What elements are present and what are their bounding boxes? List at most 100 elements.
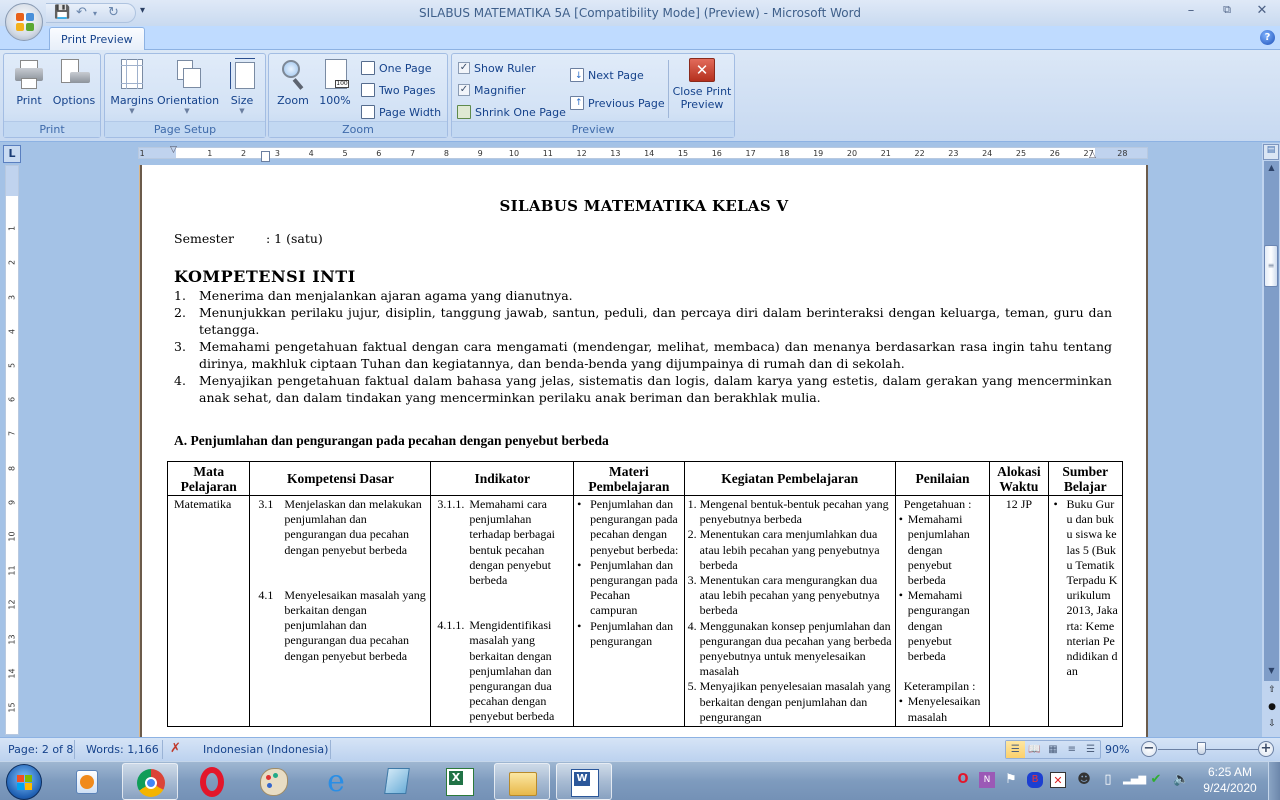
taskbar-notepad[interactable] bbox=[370, 763, 426, 800]
vertical-ruler-tick-label: 14 bbox=[7, 668, 17, 679]
redo-icon[interactable]: ↻ bbox=[108, 5, 119, 20]
scrollbar-track[interactable] bbox=[1264, 161, 1279, 681]
print-layout-view-icon[interactable]: ☰ bbox=[1006, 741, 1025, 758]
page-count[interactable]: Page: 2 of 8 bbox=[8, 743, 73, 756]
zoom-slider-thumb[interactable] bbox=[1197, 742, 1207, 755]
full-screen-reading-view-icon[interactable]: 📖 bbox=[1025, 741, 1044, 758]
next-page-nav-icon[interactable]: ⇩ bbox=[1266, 717, 1278, 731]
one-page-button[interactable]: One Page bbox=[361, 59, 432, 77]
zoom-slider-track[interactable] bbox=[1158, 749, 1258, 750]
vertical-ruler-tick-label: 4 bbox=[7, 328, 17, 334]
draft-view-icon[interactable]: ☰ bbox=[1081, 741, 1100, 758]
options-button[interactable]: Options bbox=[52, 58, 96, 107]
system-clock[interactable]: 6:25 AM 9/24/2020 bbox=[1190, 764, 1270, 796]
margins-button[interactable]: Margins ▼ bbox=[109, 58, 155, 115]
tray-onenote-icon[interactable]: N bbox=[979, 772, 995, 788]
taskbar-chrome[interactable] bbox=[122, 763, 178, 800]
zoom-out-icon[interactable]: − bbox=[1141, 741, 1157, 757]
first-line-indent-marker[interactable]: ▽ bbox=[170, 145, 177, 155]
view-ruler-toggle-icon[interactable]: ▤ bbox=[1263, 144, 1279, 160]
document-page[interactable]: SILABUS MATEMATIKA KELAS V Semester : 1 … bbox=[140, 165, 1148, 737]
ruler-tick-label: 25 bbox=[1015, 149, 1027, 158]
office-button[interactable] bbox=[5, 3, 43, 41]
help-icon[interactable]: ? bbox=[1260, 30, 1275, 45]
word-count[interactable]: Words: 1,166 bbox=[86, 743, 159, 756]
magnifier-checkbox[interactable]: ✓ Magnifier bbox=[458, 81, 525, 99]
ruler-tick-label: 11 bbox=[542, 149, 553, 158]
close-print-preview-button[interactable]: ✕ Close Print Preview bbox=[672, 58, 732, 111]
tray-power-plug-icon[interactable]: ✔ bbox=[1148, 772, 1164, 788]
taskbar-internet-explorer[interactable]: e bbox=[308, 763, 364, 800]
taskbar-opera[interactable] bbox=[184, 763, 240, 800]
section-a-heading: A. Penjumlahan dan pengurangan pada peca… bbox=[174, 433, 609, 448]
orientation-button[interactable]: Orientation ▼ bbox=[157, 58, 220, 115]
undo-dropdown-icon[interactable]: ▾ bbox=[93, 9, 97, 18]
kegiatan-number: 4. bbox=[687, 618, 697, 633]
minimize-button[interactable]: – bbox=[1177, 3, 1205, 18]
select-browse-object-icon[interactable]: ● bbox=[1266, 700, 1278, 714]
tray-action-center-flag-icon[interactable]: ⚑ bbox=[1003, 772, 1019, 788]
ribbon-tab-row: Print Preview ? bbox=[0, 26, 1280, 51]
vertical-scrollbar[interactable]: ▤ ▲ ≡ ▼ ⇧ ● ⇩ bbox=[1262, 143, 1280, 737]
ki-number: 3. bbox=[174, 339, 186, 354]
print-label: Print bbox=[16, 94, 42, 107]
group-label-zoom: Zoom bbox=[269, 121, 447, 137]
horizontal-ruler[interactable]: 1 1 2 3 4 5 6 7 8 9 10 11 12 13 14 15 16 17 18 19 20 21 22 23 24… bbox=[138, 145, 1148, 162]
tab-print-preview[interactable]: Print Preview bbox=[49, 27, 145, 51]
taskbar-media-player[interactable] bbox=[62, 763, 118, 800]
outline-view-icon[interactable]: ≡ bbox=[1062, 741, 1081, 758]
orientation-label: Orientation bbox=[157, 94, 220, 107]
zoom-in-icon[interactable]: + bbox=[1258, 741, 1274, 757]
taskbar-windows-explorer[interactable] bbox=[494, 763, 550, 800]
vertical-ruler-tick-label: 12 bbox=[7, 599, 17, 610]
language-indicator[interactable]: Indonesian (Indonesia) bbox=[203, 743, 328, 756]
undo-icon[interactable]: ↶ bbox=[76, 5, 87, 20]
tray-opera-icon[interactable]: O bbox=[955, 772, 971, 788]
two-pages-label: Two Pages bbox=[379, 83, 436, 97]
indikator-number: 3.1.1. bbox=[437, 497, 465, 511]
start-button[interactable] bbox=[6, 764, 42, 800]
right-indent-marker[interactable]: △ bbox=[1089, 150, 1096, 160]
taskbar-paint[interactable] bbox=[246, 763, 302, 800]
print-button[interactable]: Print bbox=[10, 58, 48, 107]
shrink-one-page-button[interactable]: Shrink One Page bbox=[457, 103, 566, 121]
group-preview: ✓ Show Ruler ✓ Magnifier Shrink One Page… bbox=[451, 53, 735, 138]
proofing-error-icon[interactable]: ✗ bbox=[170, 741, 181, 756]
scrollbar-thumb[interactable]: ≡ bbox=[1264, 245, 1278, 287]
zoom-100-button[interactable]: 100 100% bbox=[317, 58, 353, 107]
customize-qat-icon[interactable]: ▾ bbox=[140, 5, 145, 16]
materi-list: Penjumlahan dan pengurangan pada pecahan… bbox=[576, 497, 680, 649]
taskbar-word[interactable]: W bbox=[556, 763, 612, 800]
two-pages-button[interactable]: Two Pages bbox=[361, 81, 435, 99]
show-desktop-button[interactable] bbox=[1268, 762, 1280, 800]
scroll-down-arrow-icon[interactable]: ▼ bbox=[1264, 666, 1279, 678]
close-button[interactable]: ✕ bbox=[1248, 3, 1276, 18]
tray-network-error-icon[interactable]: ✕ bbox=[1050, 772, 1066, 788]
web-layout-view-icon[interactable]: ▦ bbox=[1044, 741, 1063, 758]
tray-volume-icon[interactable]: 🔈 bbox=[1173, 772, 1189, 788]
tray-user-accounts-icon[interactable]: ☻ bbox=[1076, 772, 1092, 788]
vertical-ruler[interactable]: 1 2 3 4 5 6 7 8 9 10 11 12 13 14 15 bbox=[5, 165, 19, 735]
excel-icon: X bbox=[446, 768, 474, 796]
header-mata-pelajaran: Mata Pelajaran bbox=[166, 461, 251, 496]
previous-page-nav-icon[interactable]: ⇧ bbox=[1266, 683, 1278, 697]
tray-signal-icon[interactable]: ▂▄▆ bbox=[1123, 772, 1146, 788]
restore-button[interactable]: ⧉ bbox=[1213, 3, 1241, 17]
tab-selector[interactable]: L bbox=[3, 145, 21, 163]
zoom-button[interactable]: Zoom bbox=[275, 58, 311, 107]
taskbar-excel[interactable]: X bbox=[432, 763, 488, 800]
next-page-button[interactable]: ↓ Next Page bbox=[570, 66, 644, 84]
tray-battery-icon[interactable]: ▯ bbox=[1100, 772, 1116, 788]
previous-page-button[interactable]: ↑ Previous Page bbox=[570, 94, 665, 112]
tray-bluetooth-icon[interactable]: B bbox=[1027, 772, 1043, 788]
group-label-page-setup: Page Setup bbox=[105, 121, 265, 137]
zoom-level[interactable]: 90% bbox=[1105, 743, 1129, 756]
size-button[interactable]: Size ▼ bbox=[223, 58, 261, 115]
hanging-indent-marker[interactable] bbox=[261, 151, 270, 162]
show-ruler-checkbox[interactable]: ✓ Show Ruler bbox=[458, 59, 536, 77]
save-icon[interactable]: 💾 bbox=[54, 5, 70, 20]
scroll-up-arrow-icon[interactable]: ▲ bbox=[1264, 163, 1279, 175]
ki-item: 4. Menyajikan pengetahuan faktual dalam b… bbox=[174, 372, 1112, 406]
indikator-number: 4.1.1. bbox=[437, 618, 465, 633]
page-width-button[interactable]: Page Width bbox=[361, 103, 441, 121]
